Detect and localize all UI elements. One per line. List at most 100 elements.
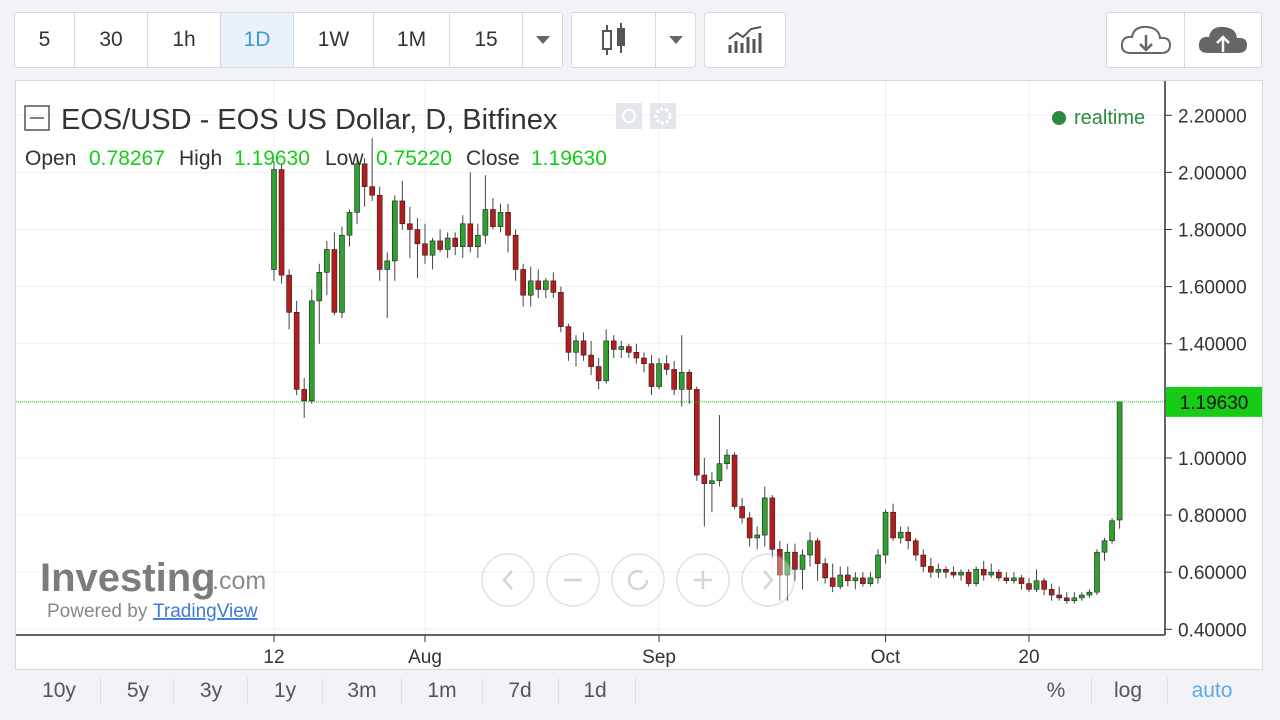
- y-tick-label: 2.20000: [1178, 106, 1247, 127]
- reset-button[interactable]: [611, 553, 665, 607]
- eye-icon[interactable]: [616, 103, 642, 129]
- candle: [271, 160, 277, 281]
- candle: [799, 549, 806, 590]
- candle: [958, 569, 964, 581]
- range-10y[interactable]: 10y: [37, 670, 81, 712]
- candle: [709, 472, 715, 513]
- candle: [376, 186, 383, 281]
- top-toolbar: 5 30 1h 1D 1W 1M 15: [0, 0, 1280, 80]
- candle: [286, 269, 292, 330]
- range-1d[interactable]: 1d: [575, 670, 615, 712]
- save-load-group: [1106, 12, 1262, 68]
- candle: [542, 278, 549, 299]
- investing-logo: Investing .com: [40, 556, 266, 600]
- scroll-left-button[interactable]: [481, 553, 535, 607]
- candle: [641, 352, 647, 373]
- candle: [293, 300, 300, 396]
- candle: [890, 503, 896, 541]
- candle: [1101, 537, 1108, 561]
- candle: [995, 569, 1002, 581]
- candle: [316, 263, 323, 344]
- candle: [860, 572, 866, 587]
- tradingview-link[interactable]: TradingView: [153, 601, 258, 622]
- interval-dropdown[interactable]: [523, 13, 562, 67]
- indicators-button[interactable]: [705, 13, 785, 67]
- svg-text:.com: .com: [212, 567, 266, 595]
- candle: [1011, 572, 1017, 584]
- range-7d[interactable]: 7d: [500, 670, 540, 712]
- percent-scale-button[interactable]: %: [1040, 670, 1072, 712]
- chart-panel[interactable]: 0.400000.600000.800001.000001.200001.400…: [15, 80, 1263, 670]
- scroll-right-button[interactable]: [741, 553, 795, 607]
- zoom-in-button[interactable]: [676, 553, 730, 607]
- candle: [656, 358, 662, 390]
- candle: [550, 272, 557, 299]
- interval-5[interactable]: 5: [15, 13, 75, 67]
- y-tick-label: 0.60000: [1178, 563, 1247, 584]
- interval-1h[interactable]: 1h: [148, 13, 221, 67]
- candle: [973, 566, 979, 587]
- chart-type-group: [571, 12, 696, 68]
- candle: [535, 269, 542, 299]
- zoom-out-button[interactable]: [546, 553, 600, 607]
- candle: [935, 563, 942, 578]
- y-tick-label: 0.80000: [1178, 506, 1247, 527]
- y-tick-label: 1.40000: [1178, 335, 1247, 356]
- candle: [822, 557, 828, 584]
- candle: [1003, 572, 1010, 584]
- x-tick-label: Oct: [871, 647, 901, 668]
- chevron-down-icon: [535, 36, 550, 44]
- realtime-label: realtime: [1074, 107, 1145, 129]
- candle: [573, 335, 579, 367]
- realtime-dot: [1052, 111, 1066, 125]
- candle: [308, 289, 315, 404]
- interval-group: 5 30 1h 1D 1W 1M 15: [14, 12, 563, 68]
- range-3m[interactable]: 3m: [340, 670, 384, 712]
- interval-1w[interactable]: 1W: [294, 13, 374, 67]
- save-chart-button[interactable]: [1185, 13, 1261, 67]
- candle: [339, 226, 345, 319]
- chart-type-dropdown[interactable]: [656, 13, 695, 67]
- gear-icon[interactable]: [650, 103, 676, 129]
- auto-scale-button[interactable]: auto: [1185, 670, 1239, 712]
- candle: [769, 495, 776, 558]
- log-scale-button[interactable]: log: [1107, 670, 1149, 712]
- candle: [452, 232, 459, 256]
- candle: [663, 355, 670, 376]
- candle: [754, 526, 761, 550]
- range-5y[interactable]: 5y: [118, 670, 158, 712]
- interval-1d[interactable]: 1D: [221, 13, 294, 67]
- candle: [1041, 577, 1047, 596]
- range-3y[interactable]: 3y: [191, 670, 231, 712]
- candle: [928, 557, 934, 578]
- candle: [588, 340, 594, 376]
- load-chart-button[interactable]: [1107, 13, 1185, 67]
- candle: [1116, 401, 1123, 529]
- candle: [1071, 592, 1078, 604]
- candle: [731, 452, 738, 510]
- interval-30[interactable]: 30: [75, 13, 148, 67]
- candle: [897, 526, 904, 544]
- candle: [278, 163, 285, 284]
- candle: [301, 377, 308, 418]
- candle: [1048, 583, 1055, 601]
- candle: [603, 329, 610, 384]
- candle: [761, 486, 768, 547]
- cloud-upload-icon: [1198, 26, 1247, 53]
- candle: [1094, 549, 1100, 596]
- candle: [988, 563, 995, 578]
- candles-button[interactable]: [572, 13, 656, 67]
- candle: [444, 232, 451, 259]
- x-tick-label: Aug: [408, 647, 442, 668]
- candle: [724, 449, 730, 470]
- range-1y[interactable]: 1y: [265, 670, 305, 712]
- price-chart[interactable]: 0.400000.600000.800001.000001.200001.400…: [16, 81, 1262, 669]
- range-1m[interactable]: 1m: [419, 670, 465, 712]
- interval-15[interactable]: 15: [450, 13, 523, 67]
- candle: [331, 232, 338, 316]
- candle: [905, 526, 912, 550]
- candle: [980, 560, 987, 581]
- interval-1m[interactable]: 1M: [374, 13, 450, 67]
- candle: [829, 563, 836, 593]
- candle: [1086, 589, 1093, 598]
